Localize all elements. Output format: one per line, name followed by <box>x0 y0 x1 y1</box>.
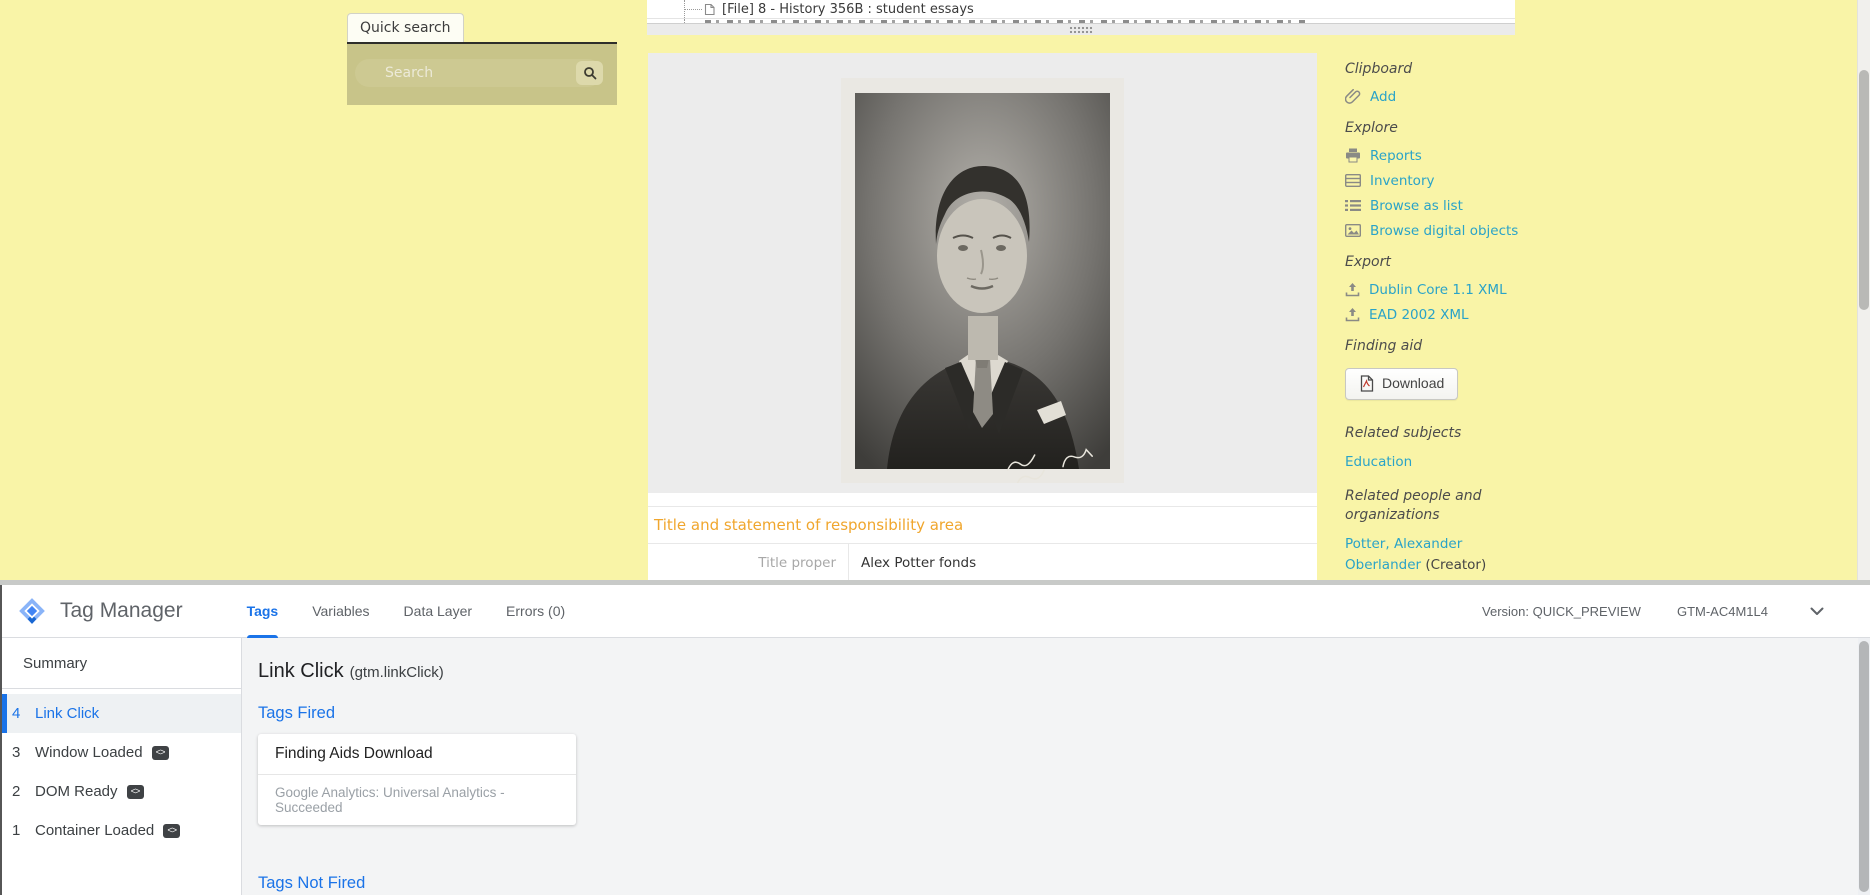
record-section-title: Title and statement of responsibility ar… <box>648 506 1317 544</box>
tag-name: Finding Aids Download <box>275 745 433 762</box>
printer-icon <box>1346 148 1360 163</box>
related-people-heading: Related people and organizations <box>1345 487 1482 523</box>
explore-heading: Explore <box>1345 119 1398 136</box>
summary-item[interactable]: Summary <box>2 638 241 689</box>
search-button[interactable] <box>576 61 603 85</box>
reports-link[interactable]: Reports <box>1345 148 1523 164</box>
export-icon <box>1345 308 1360 322</box>
dublin-core-xml-link[interactable]: Dublin Core 1.1 XML <box>1345 282 1523 298</box>
page-scrollbar[interactable] <box>1857 0 1870 580</box>
record-gap <box>648 493 1317 506</box>
tag-manager-scrollbar[interactable] <box>1858 638 1870 895</box>
finding-aid-heading: Finding aid <box>1345 337 1423 354</box>
tag-manager-header: Tag Manager Tags Variables Data Layer Er… <box>2 585 1870 638</box>
tag-manager-body: Summary 4 Link Click 3 Window Loaded <> … <box>2 638 1870 895</box>
quick-search-panel <box>347 42 617 105</box>
event-item-window-loaded[interactable]: 3 Window Loaded <> <box>2 733 241 772</box>
browse-digital-objects-link[interactable]: Browse digital objects <box>1345 223 1523 239</box>
tag-detail: Google Analytics: Universal Analytics - … <box>275 785 505 815</box>
tree-item-label: [File] 8 - History 356B : student essays <box>722 1 974 17</box>
tag-manager-scrollbar-thumb[interactable] <box>1859 641 1869 892</box>
person-role: (Creator) <box>1421 556 1487 573</box>
clipboard-add-link[interactable]: Add <box>1345 88 1523 105</box>
event-item-link-click[interactable]: 4 Link Click <box>2 694 241 733</box>
code-icon: <> <box>126 784 144 799</box>
event-detail-panel: Link Click (gtm.linkClick) Tags Fired Fin… <box>242 638 1870 895</box>
treeview-resize-handle[interactable] <box>647 23 1515 35</box>
code-icon: <> <box>163 823 181 838</box>
paperclip-icon <box>1345 88 1361 104</box>
tag-manager-title: Tag Manager <box>60 599 183 622</box>
container-id: GTM-AC4M1L4 <box>1676 603 1768 619</box>
clipboard-heading: Clipboard <box>1345 61 1413 77</box>
screen: [File] 8 - History 356B : student essays… <box>0 0 1870 895</box>
tab-data-layer[interactable]: Data Layer <box>404 585 472 638</box>
event-title: Link Click (gtm.linkClick) <box>258 660 444 682</box>
event-list: 4 Link Click 3 Window Loaded <> 2 DOM Re… <box>2 694 241 850</box>
page-scrollbar-thumb[interactable] <box>1859 70 1869 310</box>
quick-search-widget: Quick search <box>347 13 617 105</box>
fired-tag-card[interactable]: Finding Aids Download Google Analytics: … <box>258 734 576 825</box>
field-label: Title proper <box>758 555 836 571</box>
tree-row[interactable]: [File] 8 - History 356B : student essays <box>647 0 1515 19</box>
browse-as-list-link[interactable]: Browse as list <box>1345 198 1523 214</box>
list-icon <box>1345 200 1361 212</box>
file-icon <box>704 3 715 16</box>
person-link-potter[interactable]: Potter, Alexander Oberlander (Creator) <box>1345 534 1523 575</box>
inventory-link[interactable]: Inventory <box>1345 173 1523 189</box>
event-code: (gtm.linkClick) <box>349 664 444 681</box>
search-icon <box>583 67 596 80</box>
export-heading: Export <box>1345 253 1391 270</box>
pdf-icon <box>1360 374 1374 392</box>
tags-fired-heading: Tags Fired <box>258 704 336 722</box>
collapse-panel-control[interactable] <box>1810 607 1824 616</box>
inventory-icon <box>1345 174 1361 188</box>
treeview-panel: [File] 8 - History 356B : student essays <box>647 0 1515 35</box>
event-item-container-loaded[interactable]: 1 Container Loaded <> <box>2 811 241 850</box>
digital-object-area <box>648 53 1317 493</box>
tree-row-clipped <box>647 19 1515 23</box>
event-sidebar: Summary 4 Link Click 3 Window Loaded <> … <box>2 638 242 895</box>
tags-not-fired-heading: Tags Not Fired <box>258 874 366 892</box>
context-sidebar: Clipboard Add Explore Reports Inventory … <box>1345 60 1523 580</box>
record-panel: Title and statement of responsibility ar… <box>648 53 1317 580</box>
quick-search-tab: Quick search <box>347 13 464 42</box>
tag-manager-logo-icon <box>19 598 45 624</box>
tab-variables[interactable]: Variables <box>312 585 369 638</box>
export-icon <box>1345 283 1360 297</box>
related-subjects-heading: Related subjects <box>1345 424 1462 441</box>
download-finding-aid-button[interactable]: Download <box>1345 367 1459 400</box>
image-icon <box>1345 224 1361 238</box>
version-label: Version: QUICK_PREVIEW <box>1482 603 1641 619</box>
subject-link-education[interactable]: Education <box>1345 452 1523 472</box>
event-item-dom-ready[interactable]: 2 DOM Ready <> <box>2 772 241 811</box>
tab-errors[interactable]: Errors (0) <box>506 585 565 638</box>
drag-grip-icon <box>1069 25 1093 34</box>
code-icon: <> <box>151 745 169 760</box>
tag-manager-tabs: Tags Variables Data Layer Errors (0) <box>246 585 565 638</box>
tree-guide-line <box>685 9 702 10</box>
record-field-row: Title proper Alex Potter fonds <box>648 544 1317 580</box>
ead-xml-link[interactable]: EAD 2002 XML <box>1345 307 1523 323</box>
tag-manager-panel: Tag Manager Tags Variables Data Layer Er… <box>0 585 1870 895</box>
search-input[interactable] <box>355 59 602 87</box>
chevron-down-icon <box>1810 607 1824 615</box>
tag-manager-header-right: Version: QUICK_PREVIEW GTM-AC4M1L4 <box>1482 604 1870 619</box>
tab-tags[interactable]: Tags <box>246 585 278 638</box>
archive-page: [File] 8 - History 356B : student essays… <box>0 0 1870 580</box>
field-value: Alex Potter fonds <box>848 544 1317 580</box>
portrait-photo[interactable] <box>841 78 1124 483</box>
